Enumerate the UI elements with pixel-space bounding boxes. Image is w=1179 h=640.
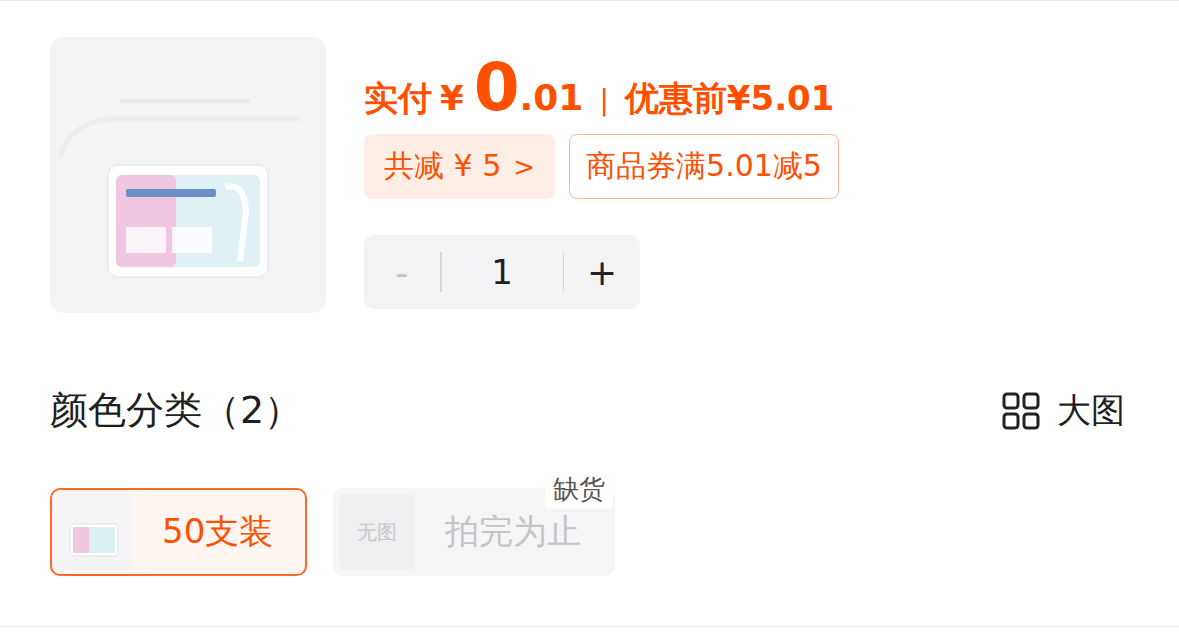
paid-label: 实付	[364, 76, 432, 122]
price-row: 实付¥0.01 | 优惠前¥5.01	[364, 55, 839, 122]
floss-box-icon	[50, 37, 326, 313]
sku-panel: 实付¥0.01 | 优惠前¥5.01 共减 ¥ 5>商品券满5.01减5 -1+ 颜色分类…	[0, 0, 1179, 627]
stock-badge: 缺货	[545, 470, 613, 509]
discount-tags: 共减 ¥ 5>商品券满5.01减5	[364, 134, 839, 199]
chevron-icon: >	[513, 152, 535, 182]
option-label: 拍完为止	[445, 509, 583, 555]
section-header: 颜色分类（2） 大图	[50, 385, 1125, 436]
option-thumbnail	[56, 494, 132, 570]
divider	[440, 252, 442, 292]
option-list: 50支装 无图拍完为止缺货	[50, 488, 1125, 576]
price-integer: 0	[474, 55, 520, 121]
quantity-stepper: -1+	[364, 235, 640, 309]
option-label: 50支装	[162, 509, 275, 555]
quantity-value[interactable]: 1	[442, 252, 563, 292]
section-title: 颜色分类（2）	[50, 385, 302, 436]
discount-total[interactable]: 共减 ¥ 5>	[364, 134, 555, 199]
option-item[interactable]: 50支装	[50, 488, 307, 576]
product-image	[50, 37, 326, 313]
currency: ¥	[440, 78, 464, 118]
floss-box-icon	[56, 494, 132, 570]
option-placeholder: 无图	[339, 494, 415, 570]
price-decimal: .01	[520, 77, 584, 118]
original-price: ¥5.01	[727, 78, 835, 118]
large-view-toggle[interactable]: 大图	[1001, 388, 1125, 434]
product-header: 实付¥0.01 | 优惠前¥5.01 共减 ¥ 5>商品券满5.01减5 -1+	[50, 37, 1125, 313]
separator: |	[599, 84, 608, 117]
grid-icon	[1001, 391, 1041, 431]
minus-button[interactable]: -	[364, 252, 440, 293]
divider	[563, 252, 565, 292]
option-item[interactable]: 无图拍完为止缺货	[333, 488, 615, 576]
coupon-tag: 商品券满5.01减5	[569, 134, 839, 199]
price-info: 实付¥0.01 | 优惠前¥5.01 共减 ¥ 5>商品券满5.01减5 -1+	[364, 37, 839, 313]
plus-button[interactable]: +	[564, 252, 640, 293]
original-label: 优惠前	[625, 76, 727, 122]
